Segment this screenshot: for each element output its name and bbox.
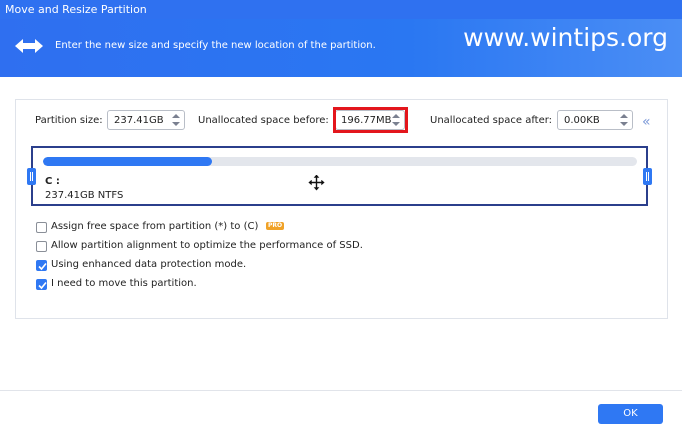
highlight-box [333, 107, 408, 133]
checkbox[interactable] [36, 260, 47, 271]
partition-map[interactable]: C : 237.41GB NTFS [31, 146, 648, 206]
checkbox[interactable] [36, 222, 47, 233]
unallocated-after-value: 0.00KB [564, 115, 600, 126]
left-resize-handle[interactable] [27, 168, 36, 185]
checkbox[interactable] [36, 279, 47, 290]
usage-fill [43, 157, 213, 166]
partition-size-value: 237.41GB [114, 115, 164, 126]
move-cursor-icon [307, 173, 326, 195]
option-label: Using enhanced data protection mode. [51, 259, 247, 270]
stepper-arrows-icon[interactable] [620, 113, 628, 127]
partition-size-stepper[interactable]: 237.41GB [107, 110, 185, 130]
watermark: www.wintips.org [463, 23, 668, 52]
option-label: I need to move this partition. [51, 278, 197, 289]
ok-button[interactable]: OK [598, 404, 663, 424]
pro-badge: PRO [266, 222, 285, 230]
title-bar: Move and Resize Partition [0, 0, 682, 19]
window-title: Move and Resize Partition [5, 3, 147, 16]
unallocated-after-label: Unallocated space after: [430, 115, 553, 126]
partition-size-label: Partition size: [35, 115, 103, 126]
option-label: Allow partition alignment to optimize th… [51, 240, 363, 251]
unallocated-after-stepper[interactable]: 0.00KB [557, 110, 633, 130]
footer-divider [0, 390, 682, 391]
partition-info: 237.41GB NTFS [45, 190, 124, 201]
move-arrows-icon [15, 38, 43, 58]
usage-track [43, 157, 637, 166]
option-label: Assign free space from partition (*) to … [51, 221, 259, 232]
checkmark-icon [38, 281, 47, 290]
header-description: Enter the new size and specify the new l… [55, 40, 376, 51]
right-resize-handle[interactable] [643, 168, 652, 185]
unallocated-before-label: Unallocated space before: [198, 115, 329, 126]
checkmark-icon [38, 262, 47, 271]
checkbox[interactable] [36, 241, 47, 252]
header-banner: Enter the new size and specify the new l… [0, 19, 682, 77]
stepper-arrows-icon[interactable] [172, 113, 180, 127]
collapse-icon[interactable]: « [642, 114, 651, 130]
drive-letter: C : [45, 176, 60, 187]
